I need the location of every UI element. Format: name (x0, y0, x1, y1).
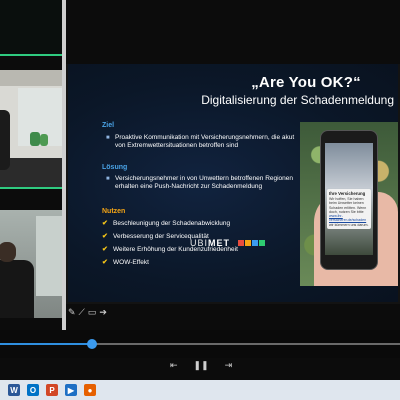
meeting-window: „Are You OK?“ Digitalisierung der Schade… (0, 0, 400, 400)
outlook-icon[interactable]: O (27, 384, 39, 396)
slide-subtitle: Digitalisierung der Schadenmeldung (201, 93, 394, 107)
logo-dots (238, 240, 265, 246)
section-heading-ziel: Ziel (102, 122, 115, 129)
check-icon: ✔ (102, 246, 108, 253)
player-app-icon[interactable]: ▶ (65, 384, 77, 396)
check-icon: ✔ (102, 220, 108, 227)
playback-controls: ⇤ ❚❚ ⇥ (170, 360, 232, 371)
taskbar: W O P ▶ ● (0, 380, 400, 400)
section-heading-loesung: Lösung (102, 164, 128, 171)
benefit-item: ✔ Beschleunigung der Schadenabwicklung (102, 220, 231, 227)
firefox-icon[interactable]: ● (84, 384, 96, 396)
participant-tile-empty (0, 0, 62, 54)
arrow-icon[interactable]: ➔ (99, 307, 107, 318)
seek-thumb[interactable] (87, 339, 97, 349)
check-icon: ✔ (102, 259, 108, 266)
shared-slide: „Are You OK?“ Digitalisierung der Schade… (66, 64, 400, 304)
bullet-loesung: ■ Versicherungsnehmer in von Unwettern be… (106, 175, 294, 190)
bullet-ziel: ■ Proaktive Kommunikation mit Versicherun… (106, 134, 295, 149)
pointer-icon[interactable]: ✎ (68, 307, 76, 318)
annotation-toolbar: ✎ ⟋ ▭ ➔ (68, 307, 107, 318)
push-notification: Ihre Versicherung Wir hoffen, Sie haben … (327, 189, 371, 229)
seek-progress (0, 343, 92, 345)
participant-video-1[interactable] (0, 70, 62, 188)
section-heading-nutzen: Nutzen (102, 208, 126, 215)
benefit-item: ✔ WOW-Effekt (102, 259, 149, 266)
rectangle-icon[interactable]: ▭ (88, 307, 97, 318)
pause-icon[interactable]: ❚❚ (194, 360, 209, 371)
active-speaker-border-bottom (0, 187, 62, 189)
word-icon[interactable]: W (8, 384, 20, 396)
active-speaker-border (0, 54, 62, 56)
check-icon: ✔ (102, 233, 108, 240)
slide-title: „Are You OK?“ (251, 74, 361, 91)
forward-icon[interactable]: ⇥ (225, 360, 233, 371)
powerpoint-icon[interactable]: P (46, 384, 58, 396)
phone-photo: Ihre Versicherung Wir hoffen, Sie haben … (300, 122, 398, 286)
ubimet-logo: UBIMET (190, 238, 231, 248)
participant-video-2[interactable] (0, 210, 62, 318)
pen-icon[interactable]: ⟋ (79, 307, 85, 318)
smartphone-image: Ihre Versicherung Wir hoffen, Sie haben … (320, 130, 378, 270)
back-icon[interactable]: ⇤ (170, 360, 178, 371)
